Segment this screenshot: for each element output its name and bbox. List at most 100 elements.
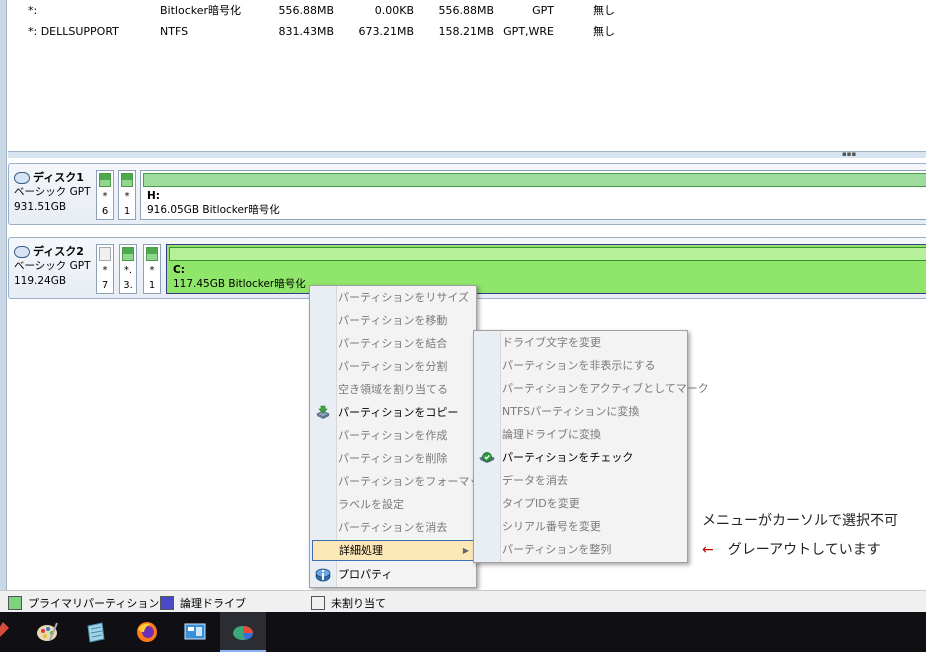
menu-item-merge-partition[interactable]: パーティションを結合: [312, 333, 474, 354]
paint-icon: [0, 622, 9, 637]
annotation-line-2: ← グレーアウトしています: [702, 539, 881, 559]
taskbar-paint[interactable]: [24, 612, 70, 652]
partition-letter: C:: [173, 264, 185, 276]
menu-item-label: パーティションを削除: [338, 452, 448, 465]
menu-item-label: パーティションを移動: [338, 314, 448, 327]
legend-bar: プライマリパーティション 論理ドライブ 未割り当て: [0, 590, 926, 613]
logical-swatch: [160, 596, 174, 610]
usage-bar: [143, 173, 926, 187]
cell-filesystem: Bitlocker暗号化: [160, 4, 242, 17]
menu-item-properties[interactable]: プロパティ: [312, 564, 474, 585]
firefox-icon: [137, 622, 157, 642]
menu-item-change-serial[interactable]: シリアル番号を変更: [476, 516, 685, 537]
menu-item-label: 空き領域を割り当てる: [338, 383, 448, 396]
taskbar-control-panel[interactable]: [172, 612, 218, 652]
menu-item-wipe-partition[interactable]: パーティションを消去: [312, 517, 474, 538]
taskbar-paint-brush[interactable]: [0, 612, 24, 652]
cell-filesystem: NTFS: [160, 25, 189, 38]
menu-item-resize-partition[interactable]: パーティションをリサイズ: [312, 287, 474, 308]
disk-1-info: ディスク1 ベーシック GPT 931.51GB: [14, 170, 94, 215]
menu-item-wipe-data[interactable]: データを消去: [476, 470, 685, 491]
table-row[interactable]: *: Bitlocker暗号化 556.88MB 0.00KB 556.88MB…: [8, 0, 926, 22]
menu-item-change-type-id[interactable]: タイプIDを変更: [476, 493, 685, 514]
menu-item-change-drive-letter[interactable]: ドライブ文字を変更: [476, 332, 685, 353]
submenu-arrow-icon: ▶: [462, 546, 469, 555]
cell-used: 673.21MB: [358, 25, 414, 38]
annotation-line-1: メニューがカーソルで選択不可: [702, 513, 898, 529]
control-panel-icon: [184, 623, 206, 640]
menu-item-align-partition[interactable]: パーティションを整列: [476, 539, 685, 560]
menu-item-format-partition[interactable]: パーティションをフォーマット: [312, 471, 491, 492]
partition-desc: 916.05GB Bitlocker暗号化: [147, 204, 280, 216]
disk-1-panel[interactable]: ディスク1 ベーシック GPT 931.51GB * 6 * 1 H: 916.…: [8, 163, 926, 225]
menu-item-label: パーティションをフォーマット: [338, 475, 492, 488]
disk-type: ベーシック GPT: [14, 260, 91, 272]
menu-item-label: パーティションを分割: [338, 360, 448, 373]
table-row[interactable]: *: DELLSUPPORT NTFS 831.43MB 673.21MB 15…: [8, 21, 926, 43]
left-panel-edge: [0, 0, 7, 590]
menu-item-hide-partition[interactable]: パーティションを非表示にする: [476, 355, 685, 376]
partition-block[interactable]: * 6: [96, 170, 114, 220]
menu-item-advanced[interactable]: 詳細処理 ▶: [312, 540, 474, 561]
disk-icon: [14, 171, 30, 184]
partition-size: 7: [101, 280, 109, 291]
menu-item-label: データを消去: [502, 474, 568, 487]
legend-logical: 論理ドライブ: [160, 595, 246, 611]
menu-item-label: 詳細処理: [339, 544, 383, 557]
partition-label: *: [102, 265, 108, 276]
check-shield-icon: [479, 452, 495, 463]
usage-bar: [146, 247, 158, 261]
legend-label: 未割り当て: [331, 597, 386, 610]
menu-item-create-partition[interactable]: パーティションを作成: [312, 425, 474, 446]
legend-primary: プライマリパーティション: [8, 595, 159, 611]
menu-item-convert-ntfs[interactable]: NTFSパーティションに変換: [476, 401, 685, 422]
partition-label: *.: [123, 265, 133, 276]
menu-item-check-partition[interactable]: パーティションをチェック: [476, 447, 685, 468]
partition-letter: H:: [147, 190, 160, 202]
menu-item-convert-logical[interactable]: 論理ドライブに変換: [476, 424, 685, 445]
partition-c-selected[interactable]: C: 117.45GB Bitlocker暗号化: [166, 244, 926, 294]
context-menu: パーティションをリサイズ パーティションを移動 パーティションを結合 パーティシ…: [309, 285, 491, 588]
taskbar-firefox[interactable]: [124, 612, 170, 652]
copy-partition-icon: [316, 405, 330, 419]
partition-block[interactable]: * 1: [143, 244, 161, 294]
menu-item-delete-partition[interactable]: パーティションを削除: [312, 448, 474, 469]
cell-status: 無し: [593, 4, 615, 17]
menu-item-mark-active[interactable]: パーティションをアクティブとしてマーク: [476, 378, 709, 399]
menu-item-allocate-free-space[interactable]: 空き領域を割り当てる: [312, 379, 474, 400]
menu-item-set-label[interactable]: ラベルを設定: [312, 494, 474, 515]
partition-label: *: [124, 191, 130, 202]
usage-bar: [122, 247, 134, 261]
menu-item-split-partition[interactable]: パーティションを分割: [312, 356, 474, 377]
partition-size: 1: [148, 280, 156, 291]
menu-item-label: シリアル番号を変更: [502, 520, 601, 533]
cell-flags: GPT: [532, 4, 554, 17]
unallocated-swatch: [311, 596, 325, 610]
legend-label: プライマリパーティション: [28, 597, 160, 610]
partition-h[interactable]: H: 916.05GB Bitlocker暗号化: [140, 170, 926, 220]
partition-block[interactable]: * 7: [96, 244, 114, 294]
cell-status: 無し: [593, 25, 615, 38]
menu-item-label: パーティションを結合: [338, 337, 448, 350]
cell-flags: GPT,WRE: [503, 25, 554, 38]
partition-block[interactable]: * 1: [118, 170, 136, 220]
primary-swatch: [8, 596, 22, 610]
usage-bar: [169, 247, 926, 261]
disk-icon: [14, 245, 30, 258]
cell-free: 158.21MB: [438, 25, 494, 38]
taskbar-notepad[interactable]: [73, 612, 119, 652]
menu-item-label: パーティションをリサイズ: [338, 291, 470, 304]
paint-palette-icon: [37, 622, 58, 641]
menu-item-label: パーティションを作成: [338, 429, 448, 442]
partition-desc: 117.45GB Bitlocker暗号化: [173, 278, 306, 290]
advanced-submenu: ドライブ文字を変更 パーティションを非表示にする パーティションをアクティブとし…: [473, 330, 709, 563]
partition-size: 6: [101, 206, 109, 217]
partition-label: *: [149, 265, 155, 276]
taskbar-partition-tool[interactable]: [220, 612, 266, 652]
cell-free: 556.88MB: [438, 4, 494, 17]
menu-item-label: パーティションを整列: [502, 543, 612, 556]
menu-item-copy-partition[interactable]: パーティションをコピー: [312, 402, 474, 423]
menu-item-label: プロパティ: [338, 568, 393, 581]
partition-block[interactable]: *. 3.: [119, 244, 137, 294]
menu-item-move-partition[interactable]: パーティションを移動: [312, 310, 474, 331]
